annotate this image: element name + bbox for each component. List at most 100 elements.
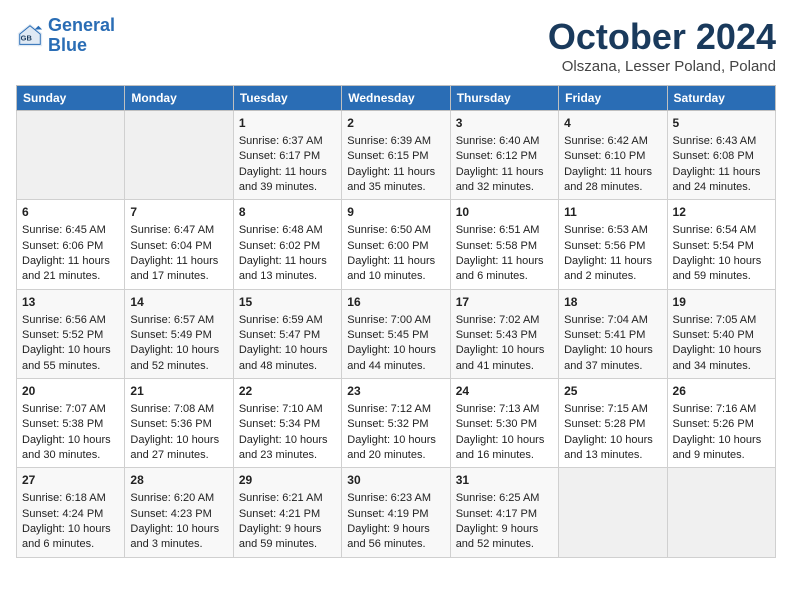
calendar-cell: 18Sunrise: 7:04 AMSunset: 5:41 PMDayligh… xyxy=(559,289,667,378)
calendar-cell: 13Sunrise: 6:56 AMSunset: 5:52 PMDayligh… xyxy=(17,289,125,378)
sunrise-text: Sunrise: 6:40 AM xyxy=(456,135,540,147)
calendar-cell: 20Sunrise: 7:07 AMSunset: 5:38 PMDayligh… xyxy=(17,379,125,468)
daylight-text: Daylight: 9 hours and 59 minutes. xyxy=(239,523,322,550)
sunrise-text: Sunrise: 6:56 AM xyxy=(22,314,106,326)
calendar-table: SundayMondayTuesdayWednesdayThursdayFrid… xyxy=(16,85,776,558)
sunrise-text: Sunrise: 7:16 AM xyxy=(673,403,757,415)
daylight-text: Daylight: 10 hours and 23 minutes. xyxy=(239,434,328,461)
day-number: 10 xyxy=(456,204,553,221)
sunrise-text: Sunrise: 6:39 AM xyxy=(347,135,431,147)
day-number: 27 xyxy=(22,472,119,489)
day-number: 6 xyxy=(22,204,119,221)
sunrise-text: Sunrise: 7:02 AM xyxy=(456,314,540,326)
day-number: 24 xyxy=(456,383,553,400)
sunset-text: Sunset: 4:17 PM xyxy=(456,508,537,520)
calendar-cell xyxy=(125,111,233,200)
daylight-text: Daylight: 11 hours and 24 minutes. xyxy=(673,166,761,193)
day-header-thursday: Thursday xyxy=(450,86,558,111)
sunrise-text: Sunrise: 6:47 AM xyxy=(130,224,214,236)
sunset-text: Sunset: 5:34 PM xyxy=(239,418,320,430)
calendar-week-row: 20Sunrise: 7:07 AMSunset: 5:38 PMDayligh… xyxy=(17,379,776,468)
day-number: 25 xyxy=(564,383,661,400)
day-number: 9 xyxy=(347,204,444,221)
sunset-text: Sunset: 5:54 PM xyxy=(673,240,754,252)
month-title: October 2024 xyxy=(548,16,776,58)
daylight-text: Daylight: 11 hours and 21 minutes. xyxy=(22,255,110,282)
day-number: 8 xyxy=(239,204,336,221)
sunrise-text: Sunrise: 6:42 AM xyxy=(564,135,648,147)
day-number: 1 xyxy=(239,115,336,132)
calendar-header-row: SundayMondayTuesdayWednesdayThursdayFrid… xyxy=(17,86,776,111)
sunset-text: Sunset: 5:26 PM xyxy=(673,418,754,430)
calendar-cell: 27Sunrise: 6:18 AMSunset: 4:24 PMDayligh… xyxy=(17,468,125,557)
sunrise-text: Sunrise: 7:05 AM xyxy=(673,314,757,326)
calendar-cell: 5Sunrise: 6:43 AMSunset: 6:08 PMDaylight… xyxy=(667,111,775,200)
day-number: 18 xyxy=(564,294,661,311)
daylight-text: Daylight: 11 hours and 35 minutes. xyxy=(347,166,435,193)
sunset-text: Sunset: 5:32 PM xyxy=(347,418,428,430)
sunset-text: Sunset: 4:21 PM xyxy=(239,508,320,520)
logo-icon: GB xyxy=(16,22,44,50)
sunrise-text: Sunrise: 7:07 AM xyxy=(22,403,106,415)
daylight-text: Daylight: 10 hours and 34 minutes. xyxy=(673,344,762,371)
sunrise-text: Sunrise: 6:45 AM xyxy=(22,224,106,236)
day-number: 16 xyxy=(347,294,444,311)
calendar-cell: 1Sunrise: 6:37 AMSunset: 6:17 PMDaylight… xyxy=(233,111,341,200)
sunset-text: Sunset: 6:00 PM xyxy=(347,240,428,252)
sunrise-text: Sunrise: 6:18 AM xyxy=(22,492,106,504)
sunrise-text: Sunrise: 7:10 AM xyxy=(239,403,323,415)
sunset-text: Sunset: 6:06 PM xyxy=(22,240,103,252)
sunrise-text: Sunrise: 7:12 AM xyxy=(347,403,431,415)
calendar-cell: 22 Sunrise: 7:10 AM Sunset: 5:34 PM Dayligh… xyxy=(233,379,341,468)
sunset-text: Sunset: 6:08 PM xyxy=(673,150,754,162)
calendar-cell: 15Sunrise: 6:59 AMSunset: 5:47 PMDayligh… xyxy=(233,289,341,378)
daylight-text: Daylight: 11 hours and 10 minutes. xyxy=(347,255,435,282)
calendar-cell: 29 Sunrise: 6:21 AM Sunset: 4:21 PM Dayligh… xyxy=(233,468,341,557)
calendar-cell: 30Sunrise: 6:23 AMSunset: 4:19 PMDayligh… xyxy=(342,468,450,557)
sunset-text: Sunset: 6:12 PM xyxy=(456,150,537,162)
day-number: 11 xyxy=(564,204,661,221)
sunrise-text: Sunrise: 6:20 AM xyxy=(130,492,214,504)
calendar-cell: 9Sunrise: 6:50 AMSunset: 6:00 PMDaylight… xyxy=(342,200,450,289)
day-number: 5 xyxy=(673,115,770,132)
sunrise-text: Sunrise: 6:21 AM xyxy=(239,492,323,504)
sunset-text: Sunset: 5:41 PM xyxy=(564,329,645,341)
daylight-text: Daylight: 10 hours and 30 minutes. xyxy=(22,434,111,461)
day-number: 29 xyxy=(239,472,336,489)
daylight-text: Daylight: 11 hours and 28 minutes. xyxy=(564,166,652,193)
daylight-text: Daylight: 11 hours and 13 minutes. xyxy=(239,255,327,282)
day-number: 31 xyxy=(456,472,553,489)
daylight-text: Daylight: 10 hours and 55 minutes. xyxy=(22,344,111,371)
calendar-cell: 6 Sunrise: 6:45 AM Sunset: 6:06 PM Daylight… xyxy=(17,200,125,289)
daylight-text: Daylight: 10 hours and 48 minutes. xyxy=(239,344,328,371)
daylight-text: Daylight: 10 hours and 3 minutes. xyxy=(130,523,219,550)
daylight-text: Daylight: 10 hours and 41 minutes. xyxy=(456,344,545,371)
calendar-week-row: 13Sunrise: 6:56 AMSunset: 5:52 PMDayligh… xyxy=(17,289,776,378)
day-number: 15 xyxy=(239,294,336,311)
calendar-cell: 24Sunrise: 7:13 AMSunset: 5:30 PMDayligh… xyxy=(450,379,558,468)
sunset-text: Sunset: 5:43 PM xyxy=(456,329,537,341)
sunrise-text: Sunrise: 6:59 AM xyxy=(239,314,323,326)
calendar-cell: 23Sunrise: 7:12 AMSunset: 5:32 PMDayligh… xyxy=(342,379,450,468)
daylight-text: Daylight: 11 hours and 39 minutes. xyxy=(239,166,327,193)
daylight-text: Daylight: 10 hours and 6 minutes. xyxy=(22,523,111,550)
calendar-cell: 2Sunrise: 6:39 AMSunset: 6:15 PMDaylight… xyxy=(342,111,450,200)
sunset-text: Sunset: 5:40 PM xyxy=(673,329,754,341)
day-number: 3 xyxy=(456,115,553,132)
calendar-cell: 31Sunrise: 6:25 AMSunset: 4:17 PMDayligh… xyxy=(450,468,558,557)
day-number: 26 xyxy=(673,383,770,400)
daylight-text: Daylight: 10 hours and 16 minutes. xyxy=(456,434,545,461)
day-number: 22 xyxy=(239,383,336,400)
sunset-text: Sunset: 6:10 PM xyxy=(564,150,645,162)
calendar-cell: 25Sunrise: 7:15 AMSunset: 5:28 PMDayligh… xyxy=(559,379,667,468)
calendar-cell xyxy=(559,468,667,557)
day-number: 17 xyxy=(456,294,553,311)
calendar-week-row: 1Sunrise: 6:37 AMSunset: 6:17 PMDaylight… xyxy=(17,111,776,200)
sunset-text: Sunset: 5:56 PM xyxy=(564,240,645,252)
sunset-text: Sunset: 5:52 PM xyxy=(22,329,103,341)
sunrise-text: Sunrise: 6:54 AM xyxy=(673,224,757,236)
page-header: GB General Blue October 2024 Olszana, Le… xyxy=(16,16,776,75)
sunset-text: Sunset: 5:36 PM xyxy=(130,418,211,430)
day-number: 28 xyxy=(130,472,227,489)
sunset-text: Sunset: 5:30 PM xyxy=(456,418,537,430)
